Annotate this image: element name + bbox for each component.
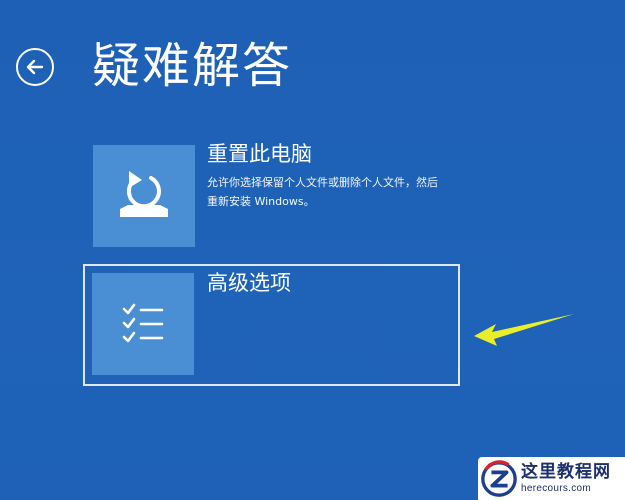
advanced-options-tile [92, 273, 194, 375]
arrow-left-icon [26, 59, 44, 75]
reset-pc-description: 允许你选择保留个人文件或删除个人文件，然后重新安装 Windows。 [207, 176, 438, 208]
pointer-arrow-icon [474, 314, 574, 346]
troubleshoot-screen: 疑难解答 重置此电脑 允许你选择保留个人文件或删除个人文件，然后重新安装 Win… [0, 0, 625, 500]
page-title: 疑难解答 [92, 38, 293, 94]
checklist-icon [122, 303, 164, 343]
watermark-logo-icon [481, 459, 517, 497]
advanced-options-option[interactable]: 高级选项 [83, 264, 460, 386]
reset-pc-title: 重置此电脑 [207, 142, 312, 166]
watermark-name: 这里教程网 [521, 462, 611, 482]
advanced-options-title: 高级选项 [207, 271, 291, 295]
back-button[interactable] [16, 48, 54, 86]
reset-pc-icon [120, 171, 168, 217]
watermark-domain: herecours.com [521, 483, 592, 494]
watermark: 这里教程网 herecours.com [478, 457, 625, 500]
reset-pc-tile [93, 145, 195, 247]
reset-pc-option[interactable]: 重置此电脑 允许你选择保留个人文件或删除个人文件，然后重新安装 Windows。 [83, 135, 460, 257]
